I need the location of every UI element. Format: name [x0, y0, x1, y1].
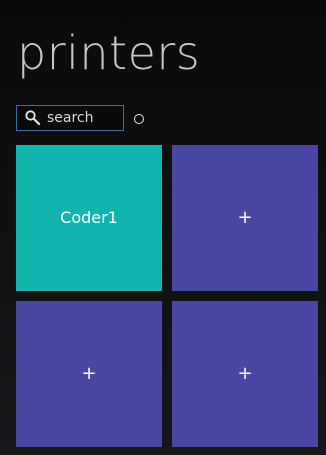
add-printer-tile[interactable]: + — [16, 301, 162, 447]
printer-tile-label: Coder1 — [60, 208, 118, 227]
add-printer-tile[interactable]: + — [172, 145, 318, 291]
add-printer-tile-label: + — [81, 363, 97, 384]
search-box[interactable] — [16, 105, 124, 131]
printer-tile-coder1[interactable]: Coder1 — [16, 145, 162, 291]
add-printer-tile-label: + — [237, 363, 253, 384]
add-printer-tile[interactable]: + — [172, 301, 318, 447]
page-title: printers — [17, 26, 201, 80]
loading-indicator-icon — [134, 114, 144, 124]
search-icon — [23, 108, 43, 128]
search-input[interactable] — [47, 107, 119, 129]
add-printer-tile-label: + — [237, 207, 253, 228]
